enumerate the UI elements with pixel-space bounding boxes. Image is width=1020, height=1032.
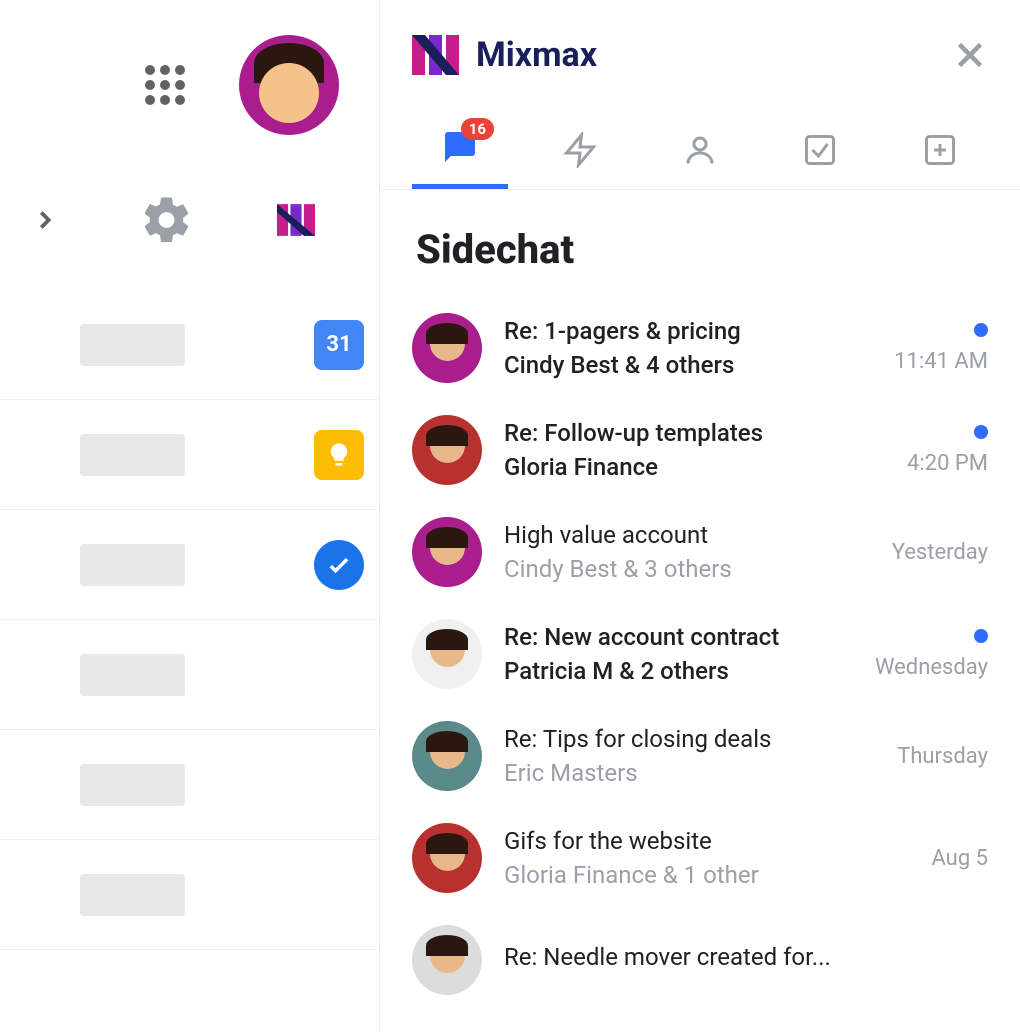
chat-time: Aug 5 [931,846,988,871]
mixmax-logo-icon [412,31,460,79]
mixmax-small-icon[interactable] [274,201,318,239]
unread-dot-icon [974,323,988,337]
chat-meta: 4:20 PM [858,425,988,476]
chat-subject: Re: Tips for closing deals [504,725,836,753]
keep-icon[interactable] [314,430,364,480]
placeholder [80,654,185,696]
unread-dot-icon [974,425,988,439]
gmail-row[interactable]: 31 [0,290,379,400]
gmail-background: 31 [0,0,380,1032]
avatar [412,313,482,383]
avatar [412,823,482,893]
chat-subject: Re: 1-pagers & pricing [504,317,836,345]
chat-people: Eric Masters [504,759,836,787]
placeholder [80,544,185,586]
gmail-list: 31 [0,270,379,950]
avatar [412,925,482,995]
placeholder [80,434,185,476]
google-apps-icon[interactable] [141,61,189,109]
chat-time: 4:20 PM [907,451,988,476]
chat-time: Wednesday [875,655,988,680]
mixmax-logo[interactable]: Mixmax [412,31,597,79]
gmail-row[interactable] [0,510,379,620]
tab-checkbox[interactable] [772,110,868,189]
chat-text: Re: Needle mover created for... [504,943,836,977]
chat-meta: Wednesday [858,629,988,680]
avatar [412,721,482,791]
chat-row[interactable]: Re: Tips for closing deals Eric Masters … [404,705,996,807]
chat-subject: Re: Needle mover created for... [504,943,836,971]
chat-meta: Yesterday [858,540,988,565]
placeholder [80,324,185,366]
chat-subject: Re: Follow-up templates [504,419,836,447]
calendar-icon[interactable]: 31 [314,320,364,370]
tab-lightning[interactable] [532,110,628,189]
chat-row[interactable]: High value account Cindy Best & 3 others… [404,501,996,603]
chat-subject: Re: New account contract [504,623,836,651]
chat-time: 11:41 AM [894,349,988,374]
gmail-row[interactable] [0,400,379,510]
tab-plus[interactable] [892,110,988,189]
chat-meta: Thursday [858,744,988,769]
chat-text: Gifs for the website Gloria Finance & 1 … [504,827,836,889]
chat-people: Gloria Finance & 1 other [504,861,836,889]
section-title: Sidechat [380,190,1020,297]
gmail-row[interactable] [0,620,379,730]
avatar [412,619,482,689]
avatar [412,415,482,485]
chat-text: Re: 1-pagers & pricing Cindy Best & 4 ot… [504,317,836,379]
placeholder [80,874,185,916]
tab-bar: 16 [380,110,1020,190]
chat-time: Thursday [897,744,988,769]
chat-people: Cindy Best & 3 others [504,555,836,583]
chat-subject: High value account [504,521,836,549]
chat-row[interactable]: Re: Needle mover created for... [404,909,996,1011]
gear-icon[interactable] [140,193,194,247]
chat-text: Re: Tips for closing deals Eric Masters [504,725,836,787]
tab-person[interactable] [652,110,748,189]
placeholder [80,764,185,806]
chat-people: Patricia M & 2 others [504,657,836,685]
chat-meta: Aug 5 [858,846,988,871]
chat-text: High value account Cindy Best & 3 others [504,521,836,583]
chat-meta: 11:41 AM [858,323,988,374]
panel-header: Mixmax [380,0,1020,110]
avatar [412,517,482,587]
gmail-header [0,0,379,170]
chat-list: Re: 1-pagers & pricing Cindy Best & 4 ot… [380,297,1020,1032]
account-avatar[interactable] [239,35,339,135]
unread-dot-icon [974,629,988,643]
chat-subject: Gifs for the website [504,827,836,855]
chat-text: Re: Follow-up templates Gloria Finance [504,419,836,481]
close-icon[interactable] [952,37,988,73]
chevron-right-icon[interactable] [30,205,60,235]
chat-badge: 16 [461,118,494,140]
chat-people: Cindy Best & 4 others [504,351,836,379]
chat-time: Yesterday [892,540,988,565]
tasks-icon[interactable] [314,540,364,590]
chat-row[interactable]: Re: New account contract Patricia M & 2 … [404,603,996,705]
mixmax-panel: Mixmax 16 Sidechat Re: 1-pagers & p [380,0,1020,1032]
chat-row[interactable]: Gifs for the website Gloria Finance & 1 … [404,807,996,909]
gmail-toolbar [0,170,379,270]
chat-row[interactable]: Re: 1-pagers & pricing Cindy Best & 4 ot… [404,297,996,399]
gmail-row[interactable] [0,730,379,840]
app-name: Mixmax [476,35,597,75]
chat-row[interactable]: Re: Follow-up templates Gloria Finance 4… [404,399,996,501]
chat-people: Gloria Finance [504,453,836,481]
gmail-row[interactable] [0,840,379,950]
tab-chat[interactable]: 16 [412,110,508,189]
chat-text: Re: New account contract Patricia M & 2 … [504,623,836,685]
